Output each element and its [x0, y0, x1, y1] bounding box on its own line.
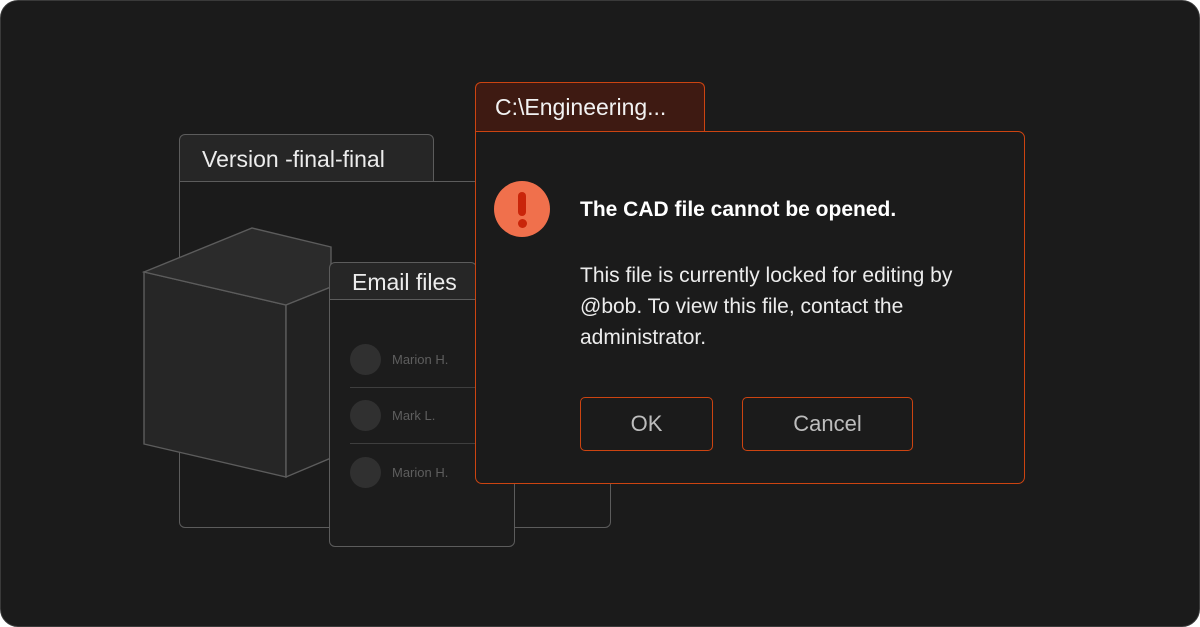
contact-name: Mark L.: [392, 408, 436, 423]
dialog-path-title: C:\Engineering...: [475, 82, 705, 133]
exclamation-bar: [518, 192, 526, 216]
contact-name: Marion H.: [392, 352, 449, 367]
dialog-message: This file is currently locked for editin…: [580, 264, 953, 349]
list-item[interactable]: Marion H.: [350, 332, 480, 388]
illustration-canvas: Version -final-final Email files Marion …: [0, 0, 1200, 627]
list-item[interactable]: Marion H.: [350, 444, 480, 500]
dialog-title: The CAD file cannot be opened.: [580, 198, 897, 221]
contact-name: Marion H.: [392, 464, 449, 480]
email-window-title: Email files: [329, 262, 477, 302]
ok-button[interactable]: OK: [580, 397, 713, 451]
exclamation-dot: [517, 219, 527, 228]
list-item[interactable]: Mark L.: [350, 388, 480, 444]
avatar: [350, 456, 381, 488]
avatar: [350, 400, 381, 431]
version-window-title: Version -final-final: [179, 134, 434, 183]
avatar: [350, 344, 381, 375]
cancel-button[interactable]: Cancel: [742, 397, 913, 451]
alert-icon: [494, 181, 550, 237]
error-dialog: The CAD file cannot be opened. This file…: [475, 131, 1025, 484]
